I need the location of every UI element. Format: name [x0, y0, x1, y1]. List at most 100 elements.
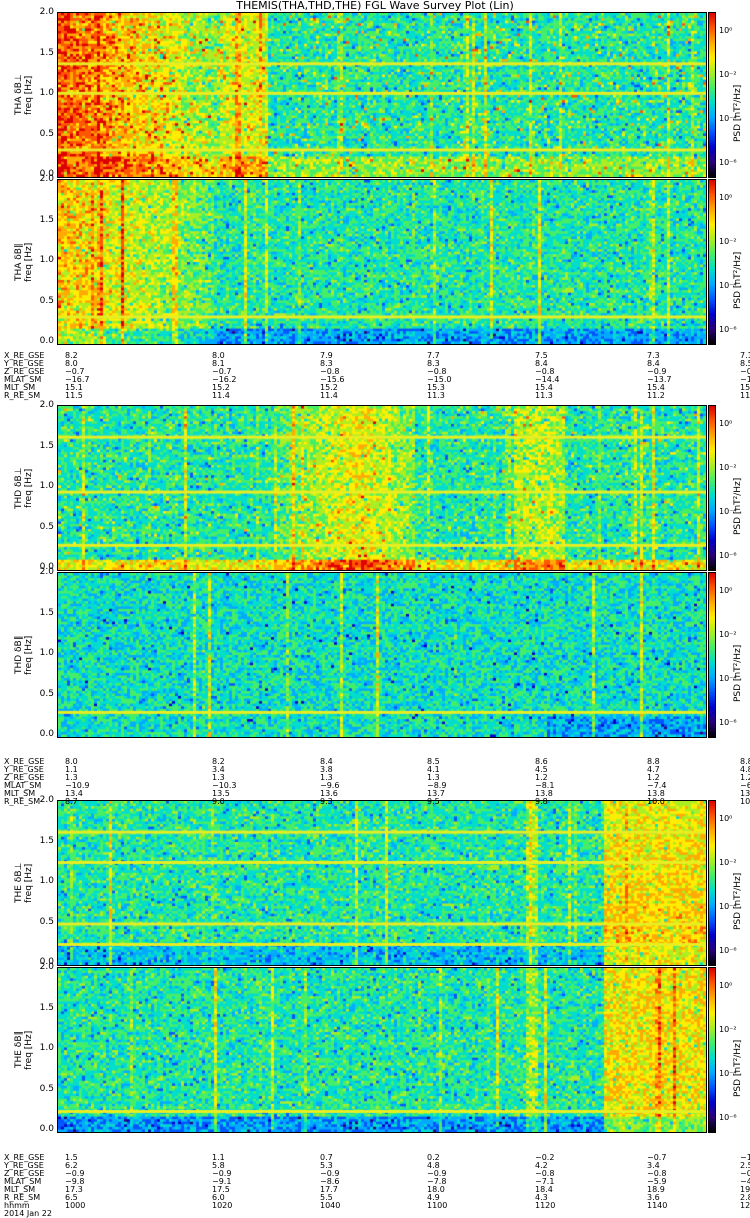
ephemeris-row: Z_RE_GSE−0.9−0.9−0.9−0.9−0.8−0.8−0.7 — [4, 1170, 750, 1178]
ephemeris-row: MLAT_SM−16.7−16.2−15.6−15.0−14.4−13.7−13… — [4, 376, 750, 384]
y-tick-label: 1.5 — [39, 835, 54, 846]
colorbar-tick-label: 10⁰ — [719, 814, 733, 823]
colorbar-label: PSD [nT²/Hz] — [733, 1039, 743, 1097]
ephemeris-value: 1020 — [212, 1201, 233, 1210]
colorbar-label: PSD [nT²/Hz] — [733, 644, 743, 702]
colorbar-label: PSD [nT²/Hz] — [733, 872, 743, 930]
y-tick-label: 1.5 — [39, 1002, 54, 1013]
y-tick-label: 2.0 — [39, 567, 54, 577]
y-tick-label: 1.0 — [39, 88, 54, 98]
colorbar-tick-label: 10⁰ — [719, 981, 733, 990]
ephemeris-row-label: R_RE_SM — [4, 391, 41, 400]
y-tick-label: 0.0 — [39, 336, 54, 346]
spectrogram-panel-4 — [57, 800, 707, 966]
spectrogram-heatmap — [58, 801, 706, 965]
ephemeris-row: X_RE_GSE1.51.10.70.2−0.2−0.7−1.1 — [4, 1154, 750, 1162]
ephemeris-row: hhmm 1000 1020 1040 1100 1120 1140 1200 — [4, 1202, 750, 1210]
ephemeris-row: Z_RE_GSE−0.7−0.7−0.8−0.8−0.8−0.9−0.9 — [4, 368, 750, 376]
y-tick-label: 1.0 — [39, 648, 54, 658]
ephemeris-value: 5.5 — [320, 1193, 333, 1202]
ephemeris-value: 9.5 — [427, 797, 440, 806]
ephemeris-value: 11.3 — [427, 391, 445, 400]
ephemeris-value: 2.8 — [740, 1193, 750, 1202]
colorbar-tick-label: 10⁰ — [719, 586, 733, 595]
colorbar — [708, 405, 716, 571]
date-label: 2014 Jan 22 — [4, 1209, 52, 1218]
spectrogram-heatmap — [58, 573, 706, 737]
ephemeris-value: 4.3 — [535, 1193, 548, 1202]
ephemeris-value: 9.3 — [320, 797, 333, 806]
colorbar-tick-label: 10⁻⁶ — [719, 946, 737, 955]
colorbar — [708, 967, 716, 1133]
ephemeris-row: Y_RE_GSE8.08.18.38.38.48.48.5 — [4, 360, 750, 368]
colorbar-tick-label: 10⁻⁶ — [719, 325, 737, 334]
ephemeris-row: R_RE_SM 8.7 9.0 9.3 9.5 9.8 10.0 10.2 — [4, 798, 750, 806]
colorbar — [708, 572, 716, 738]
colorbar — [708, 800, 716, 966]
ephemeris-value: 1000 — [65, 1201, 86, 1210]
y-tick-label: 2.0 — [39, 7, 54, 17]
ephemeris-value: 6.5 — [65, 1193, 78, 1202]
colorbar-label: PSD [nT²/Hz] — [733, 84, 743, 142]
ephemeris-value: 9.8 — [535, 797, 548, 806]
colorbar — [708, 12, 716, 178]
spectrogram-heatmap — [58, 406, 706, 570]
y-tick-label: 0.0 — [39, 729, 54, 739]
page-title: THEMIS(THA,THD,THE) FGL Wave Survey Plot… — [236, 0, 514, 12]
spectrogram-heatmap — [58, 180, 706, 344]
colorbar-tick-label: 10⁻⁶ — [719, 551, 737, 560]
ephemeris-row: Z_RE_GSE1.31.31.31.31.21.21.2 — [4, 774, 750, 782]
y-tick-label: 0.5 — [39, 916, 54, 927]
y-tick-label: 1.5 — [39, 47, 54, 58]
ephemeris-value: 1140 — [647, 1201, 668, 1210]
colorbar-tick-label: 10⁰ — [719, 193, 733, 202]
ephemeris-value: 3.6 — [647, 1193, 660, 1202]
ephemeris-value: 6.0 — [212, 1193, 225, 1202]
y-tick-label: 1.0 — [39, 1043, 54, 1053]
colorbar-label: PSD [nT²/Hz] — [733, 477, 743, 535]
spectrogram-heatmap — [58, 968, 706, 1132]
ephemeris-row: R_RE_SM 11.5 11.4 11.4 11.3 11.3 11.2 11.1 — [4, 392, 750, 400]
ephemeris-row: Y_RE_GSE1.13.43.84.14.54.74.8 — [4, 766, 750, 774]
colorbar-tick-label: 10⁰ — [719, 419, 733, 428]
colorbar — [708, 179, 716, 345]
y-tick-label: 2.0 — [39, 400, 54, 410]
y-tick-label: 1.5 — [39, 440, 54, 451]
ephemeris-value: 11.5 — [65, 391, 83, 400]
ephemeris-value: 11.2 — [647, 391, 665, 400]
ephemeris-row: MLAT_SM−10.9−10.3−9.6−8.9−8.1−7.4−6.6 — [4, 782, 750, 790]
ephemeris-value: 11.4 — [320, 391, 338, 400]
spectrogram-panel-0 — [57, 12, 707, 178]
y-tick-label: 0.0 — [39, 1124, 54, 1134]
ephemeris-value: 9.0 — [212, 797, 225, 806]
ephemeris-row-label: R_RE_SM — [4, 1193, 41, 1202]
ephemeris-row: R_RE_SM 6.5 6.0 5.5 4.9 4.3 3.6 2.8 — [4, 1194, 750, 1202]
ephemeris-value: 1120 — [535, 1201, 556, 1210]
y-tick-label: 1.5 — [39, 607, 54, 618]
ephemeris-table: X_RE_GSE1.51.10.70.2−0.2−0.7−1.1Y_RE_GSE… — [4, 1154, 750, 1210]
colorbar-tick-label: 10⁻⁶ — [719, 1113, 737, 1122]
ephemeris-row: MLT_SM15.115.215.215.315.415.415.5 — [4, 384, 750, 392]
ephemeris-row-label: R_RE_SM — [4, 797, 41, 806]
ephemeris-value: 1040 — [320, 1201, 341, 1210]
y-tick-label: 0.5 — [39, 521, 54, 532]
y-tick-label: 2.0 — [39, 962, 54, 972]
colorbar-tick-label: 10⁻⁶ — [719, 158, 737, 167]
ephemeris-value: 1200 — [740, 1201, 750, 1210]
spectrogram-panel-5 — [57, 967, 707, 1133]
ephemeris-row: Y_RE_GSE6.25.85.34.84.23.42.5 — [4, 1162, 750, 1170]
y-tick-label: 1.0 — [39, 481, 54, 491]
spectrogram-panel-1 — [57, 179, 707, 345]
y-tick-label: 1.0 — [39, 255, 54, 265]
ephemeris-table: X_RE_GSE8.28.07.97.77.57.37.1Y_RE_GSE8.0… — [4, 352, 750, 400]
ephemeris-table: X_RE_GSE8.08.28.48.58.68.88.8Y_RE_GSE1.1… — [4, 758, 750, 806]
colorbar-label: PSD [nT²/Hz] — [733, 251, 743, 309]
y-tick-label: 1.5 — [39, 214, 54, 225]
y-tick-label: 0.5 — [39, 1083, 54, 1094]
ephemeris-row: X_RE_GSE8.28.07.97.77.57.37.1 — [4, 352, 750, 360]
ephemeris-value: 4.9 — [427, 1193, 440, 1202]
y-tick-label: 2.0 — [39, 174, 54, 184]
spectrogram-panel-3 — [57, 572, 707, 738]
y-tick-label: 0.5 — [39, 128, 54, 139]
y-tick-label: 1.0 — [39, 876, 54, 886]
